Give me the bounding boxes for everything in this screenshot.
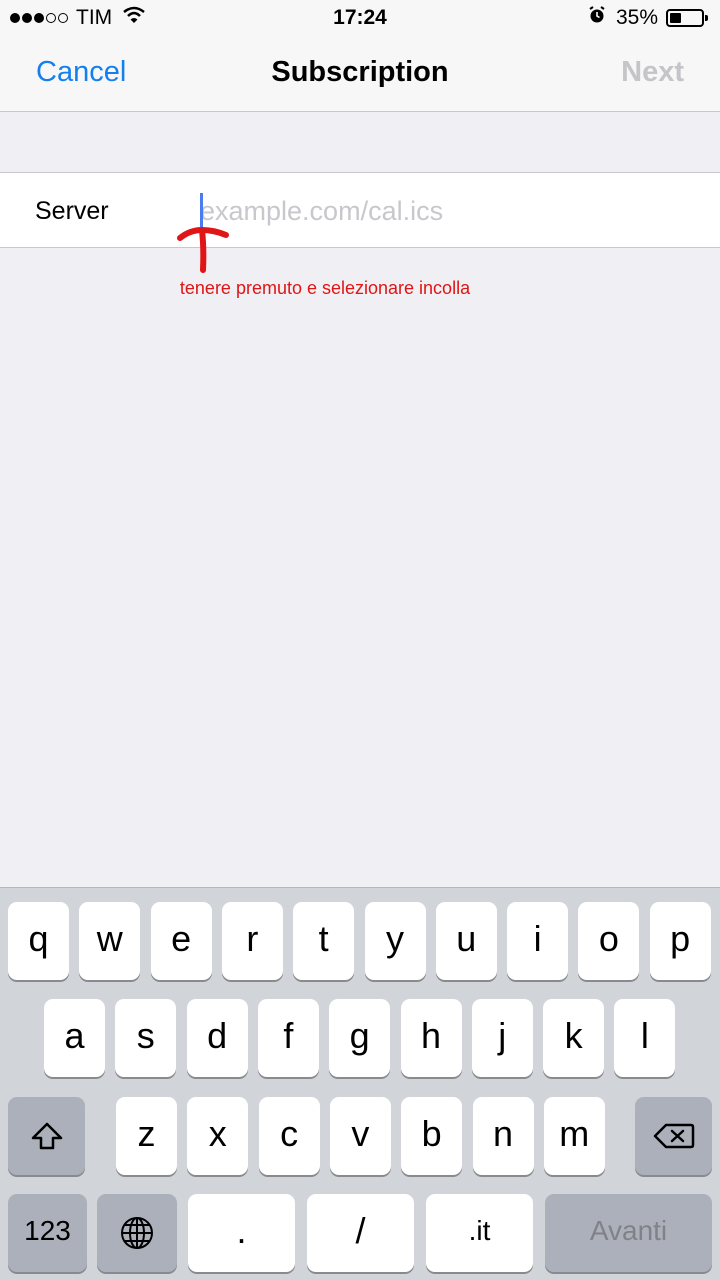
annotation-arrow-icon xyxy=(170,218,240,283)
dot-it-key-label: .it xyxy=(468,1215,491,1246)
key-label: b xyxy=(421,1113,442,1154)
key-i[interactable]: i xyxy=(507,902,569,980)
key-s[interactable]: s xyxy=(115,999,177,1077)
key-k[interactable]: k xyxy=(543,999,605,1077)
key-a[interactable]: a xyxy=(44,999,105,1077)
shift-icon xyxy=(30,1113,64,1154)
key-label: g xyxy=(349,1015,370,1056)
page-title: Subscription xyxy=(271,56,449,88)
numbers-key-label: 123 xyxy=(24,1215,71,1246)
key-h[interactable]: h xyxy=(400,999,462,1077)
backspace-icon xyxy=(653,1113,695,1154)
globe-icon xyxy=(119,1210,155,1251)
key-label: u xyxy=(456,918,477,959)
key-label: l xyxy=(640,1015,649,1056)
status-bar: TIM 17:24 35% xyxy=(0,0,720,36)
key-label: h xyxy=(420,1015,442,1056)
key-label: x xyxy=(208,1113,227,1154)
key-label: e xyxy=(171,918,192,959)
key-r[interactable]: r xyxy=(221,902,283,980)
key-label: q xyxy=(28,918,49,959)
key-label: o xyxy=(598,918,619,959)
shift-key[interactable] xyxy=(8,1097,85,1175)
battery-icon xyxy=(666,9,708,27)
key-label: v xyxy=(351,1113,370,1154)
key-label: d xyxy=(207,1015,228,1056)
server-label: Server xyxy=(35,197,109,225)
server-row[interactable]: Server xyxy=(0,172,720,248)
key-m[interactable]: m xyxy=(543,1097,605,1175)
key-label: p xyxy=(670,918,691,959)
key-f[interactable]: f xyxy=(257,999,319,1077)
annotation-note: tenere premuto e selezionare incolla xyxy=(179,278,471,298)
key-y[interactable]: y xyxy=(364,902,426,980)
key-c[interactable]: c xyxy=(258,1097,320,1175)
key-label: f xyxy=(283,1015,294,1056)
key-w[interactable]: w xyxy=(79,902,141,980)
key-label: k xyxy=(564,1015,583,1056)
slash-key[interactable]: / xyxy=(307,1194,414,1272)
battery-percent: 35% xyxy=(615,6,658,29)
key-label: z xyxy=(137,1113,156,1154)
key-label: s xyxy=(136,1015,155,1056)
key-z[interactable]: z xyxy=(116,1097,177,1175)
key-o[interactable]: o xyxy=(578,902,640,980)
key-label: c xyxy=(280,1113,299,1154)
delete-key[interactable] xyxy=(635,1097,712,1175)
key-label: m xyxy=(559,1113,590,1154)
key-label: r xyxy=(246,918,259,959)
slash-key-label: / xyxy=(355,1210,366,1251)
key-v[interactable]: v xyxy=(329,1097,391,1175)
key-label: i xyxy=(533,918,542,959)
globe-key[interactable] xyxy=(97,1194,177,1272)
key-label: t xyxy=(318,918,329,959)
key-u[interactable]: u xyxy=(435,902,497,980)
dot-key[interactable]: . xyxy=(188,1194,295,1272)
key-e[interactable]: e xyxy=(150,902,212,980)
key-q[interactable]: q xyxy=(8,902,69,980)
key-label: w xyxy=(96,918,123,959)
key-g[interactable]: g xyxy=(329,999,391,1077)
key-d[interactable]: d xyxy=(186,999,248,1077)
key-n[interactable]: n xyxy=(472,1097,534,1175)
navigation-bar: Cancel Subscription Next xyxy=(0,36,720,112)
key-label: j xyxy=(498,1015,507,1056)
key-label: a xyxy=(64,1015,85,1056)
alarm-icon xyxy=(588,6,606,30)
next-button[interactable]: Next xyxy=(621,56,684,89)
key-t[interactable]: t xyxy=(293,902,355,980)
key-x[interactable]: x xyxy=(187,1097,249,1175)
numbers-key[interactable]: 123 xyxy=(8,1194,87,1272)
dot-it-key[interactable]: .it xyxy=(426,1194,533,1272)
dot-key-label: . xyxy=(236,1210,247,1251)
key-b[interactable]: b xyxy=(401,1097,463,1175)
key-l[interactable]: l xyxy=(614,999,676,1077)
avanti-key[interactable]: Avanti xyxy=(545,1194,712,1272)
key-j[interactable]: j xyxy=(471,999,533,1077)
key-label: y xyxy=(386,918,404,959)
avanti-key-label: Avanti xyxy=(589,1215,668,1246)
key-p[interactable]: p xyxy=(649,902,711,980)
keyboard: q w e r t y u i o p a s d f g h j k l z x c v b n m 123 . / .it… xyxy=(0,887,720,1280)
server-input[interactable] xyxy=(200,191,700,231)
key-label: n xyxy=(492,1113,514,1154)
status-right: 35% xyxy=(588,6,708,30)
